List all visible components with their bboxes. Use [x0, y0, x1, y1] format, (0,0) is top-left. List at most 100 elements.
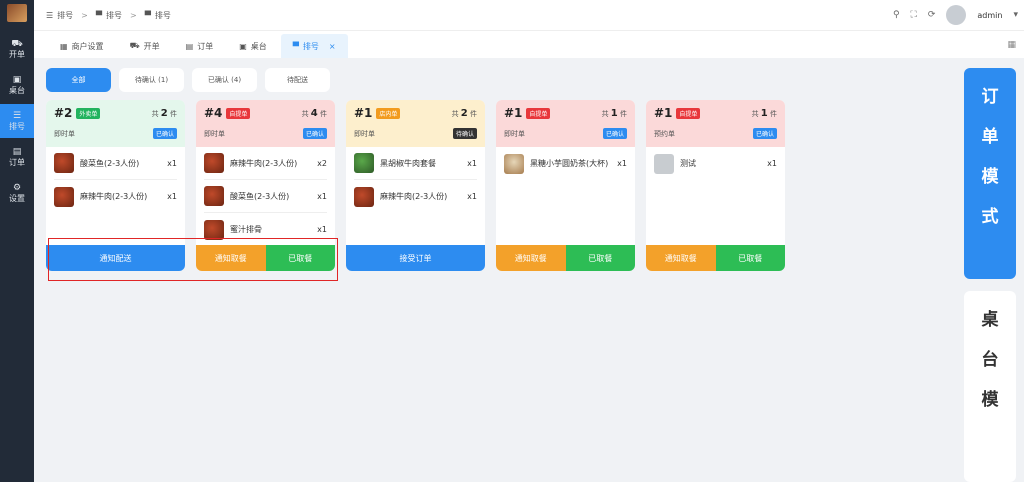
sidebar-item-dingdan[interactable]: ▤ 订单 — [0, 140, 34, 174]
order-card: #1 自提单 共 1 件 预约单 已确认 测试 x1 通知取餐 已取餐 — [646, 100, 785, 271]
picked-up-button[interactable]: 已取餐 — [565, 245, 635, 271]
table-mode-button[interactable]: 桌 台 模 — [964, 291, 1016, 482]
notify-delivery-button[interactable]: 通知配送 — [46, 245, 185, 271]
list-item: 黑胡椒牛肉套餐 x1 — [354, 147, 477, 180]
breadcrumb-separator: > — [130, 10, 137, 20]
sidebar-item-label: 排号 — [9, 121, 25, 131]
queue-number: #1 — [504, 106, 523, 120]
item-name: 麻辣牛肉(2-3人份) — [380, 192, 448, 201]
list-item: 蜜汁排骨 x1 — [204, 213, 327, 246]
item-qty: x2 — [317, 158, 327, 168]
item-name: 麻辣牛肉(2-3人份) — [230, 158, 298, 168]
dish-image — [354, 186, 374, 207]
item-qty: x1 — [467, 192, 477, 201]
list-item: 酸菜鱼(2-3人份) x1 — [204, 180, 327, 213]
notify-pickup-button[interactable]: 通知取餐 — [196, 245, 266, 271]
item-name: 酸菜鱼(2-3人份) — [230, 191, 290, 201]
sidebar-item-label: 设置 — [9, 193, 25, 203]
queue-number: #4 — [204, 106, 223, 120]
filter-to-deliver[interactable]: 待配送 — [265, 68, 330, 92]
item-count: 共 2 件 — [151, 108, 177, 119]
notify-pickup-button[interactable]: 通知取餐 — [496, 245, 566, 271]
item-name: 黑糖小芋圆奶茶(大杯) — [530, 159, 609, 168]
dish-image — [54, 153, 74, 173]
gear-icon: ⚙ — [12, 182, 22, 193]
order-mode-button[interactable]: 订 单 模 式 — [964, 68, 1016, 279]
sidebar-item-shezhi[interactable]: ⚙ 设置 — [0, 176, 34, 210]
close-icon[interactable]: × — [329, 42, 336, 51]
chevron-down-icon[interactable]: ▾ — [1013, 10, 1018, 20]
card-header: #1 店内单 共 2 件 即时单 待确认 — [346, 100, 485, 147]
card-actions: 接受订单 — [346, 245, 485, 271]
tab-label: 排号 — [302, 41, 319, 51]
picked-up-button[interactable]: 已取餐 — [715, 245, 785, 271]
queue-number: #2 — [54, 106, 73, 120]
filter-pending[interactable]: 待确认 (1) — [119, 68, 184, 92]
notify-pickup-button[interactable]: 通知取餐 — [646, 245, 716, 271]
sidebar-item-zhuotai[interactable]: ▣ 桌台 — [0, 68, 34, 102]
mode-char: 模 — [981, 167, 999, 187]
item-name: 黑胡椒牛肉套餐 — [380, 158, 436, 168]
sidebar-item-paihao[interactable]: ☰ 排号 — [0, 104, 34, 138]
item-count: 共 1 件 — [751, 108, 777, 119]
filter-all[interactable]: 全部 — [46, 68, 111, 92]
cart-icon: ⛟ — [11, 38, 23, 49]
filter-confirmed[interactable]: 已确认 (4) — [192, 68, 257, 92]
status-badge: 待确认 — [452, 128, 477, 139]
order-type-tag: 自提单 — [226, 107, 251, 119]
card-actions: 通知取餐 已取餐 — [646, 245, 785, 271]
item-name: 酸菜鱼(2-3人份) — [80, 158, 140, 168]
dish-image — [354, 153, 374, 173]
list-item: 麻辣牛肉(2-3人份) x1 — [354, 180, 477, 213]
item-list: 测试 x1 — [646, 147, 785, 180]
picked-up-button[interactable]: 已取餐 — [265, 245, 335, 271]
tab-label: 桌台 — [250, 41, 267, 51]
tab-label: 商户设置 — [71, 41, 104, 51]
order-card: #2 外卖单 共 2 件 即时单 已确认 酸菜鱼(2-3人份) x1 麻辣牛肉(… — [46, 100, 185, 271]
card-actions: 通知取餐 已取餐 — [196, 245, 335, 271]
order-icon: ▤ — [12, 146, 22, 157]
accept-order-button[interactable]: 接受订单 — [346, 245, 485, 271]
table-icon: ▣ — [239, 41, 247, 51]
item-qty: x1 — [317, 225, 327, 234]
order-card: #4 自提单 共 4 件 即时单 已确认 麻辣牛肉(2-3人份) x2 酸菜鱼(… — [196, 100, 335, 271]
sidebar-item-kaidan[interactable]: ⛟ 开单 — [0, 32, 34, 66]
menu-icon[interactable]: ☰ — [46, 11, 53, 20]
filter-bar: 全部 待确认 (1) 已确认 (4) 待配送 — [46, 68, 330, 92]
item-list: 黑胡椒牛肉套餐 x1 麻辣牛肉(2-3人份) x1 — [346, 147, 485, 213]
dish-image — [204, 186, 224, 206]
tab-paihao[interactable]: ▀ 排号 × — [280, 34, 348, 58]
mode-char: 模 — [981, 390, 999, 410]
tab-kaidan[interactable]: ⛟ 开单 — [118, 34, 172, 58]
mode-char: 台 — [981, 350, 999, 370]
mode-char: 式 — [981, 207, 999, 227]
tab-dingdan[interactable]: ▤ 订单 — [174, 34, 226, 58]
item-list: 麻辣牛肉(2-3人份) x2 酸菜鱼(2-3人份) x1 蜜汁排骨 x1 — [196, 147, 335, 246]
card-header: #2 外卖单 共 2 件 即时单 已确认 — [46, 100, 185, 147]
card-header: #4 自提单 共 4 件 即时单 已确认 — [196, 100, 335, 147]
order-type-tag: 店内单 — [376, 107, 401, 119]
list-item: 酸菜鱼(2-3人份) x1 — [54, 147, 177, 180]
status-badge: 已确认 — [752, 128, 777, 139]
search-icon[interactable]: ⚲ — [893, 10, 900, 20]
order-card: #1 自提单 共 1 件 即时单 已确认 黑糖小芋圆奶茶(大杯) x1 通知取餐… — [496, 100, 635, 271]
tab-merchant-settings[interactable]: ▦ 商户设置 — [48, 34, 116, 58]
tab-zhuotai[interactable]: ▣ 桌台 — [227, 34, 279, 58]
item-qty: x1 — [167, 192, 177, 201]
timing-label: 即时单 — [504, 129, 525, 138]
username[interactable]: admin — [977, 11, 1002, 20]
item-list: 酸菜鱼(2-3人份) x1 麻辣牛肉(2-3人份) x1 — [46, 147, 185, 213]
grid-icon[interactable]: ▦ — [1007, 40, 1016, 50]
breadcrumb-item[interactable]: 排号 — [106, 10, 122, 21]
queue-number: #1 — [654, 106, 673, 120]
item-name: 蜜汁排骨 — [230, 225, 262, 234]
item-count: 共 1 件 — [601, 108, 627, 119]
refresh-icon[interactable]: ⟳ — [928, 10, 936, 20]
avatar[interactable] — [946, 5, 967, 25]
timing-label: 即时单 — [354, 129, 375, 138]
table-icon: ▣ — [12, 74, 22, 85]
fullscreen-icon[interactable]: ⛶ — [911, 10, 917, 20]
box-icon: ▀ — [292, 41, 299, 51]
card-actions: 通知配送 — [46, 245, 185, 271]
breadcrumb-item[interactable]: 排号 — [57, 10, 73, 21]
